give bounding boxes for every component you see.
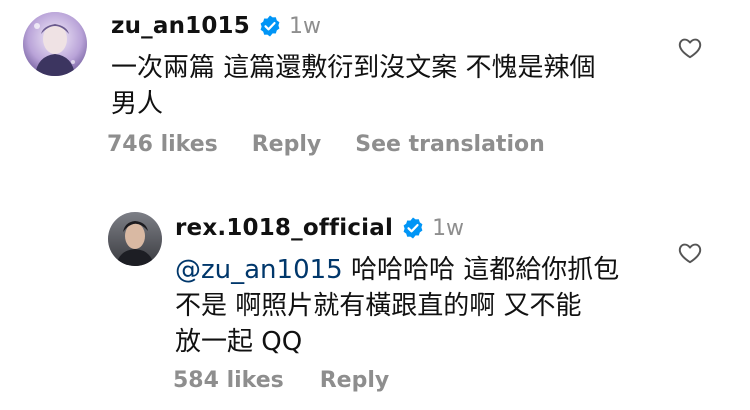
comment-header: rex.1018_official 1w bbox=[175, 214, 464, 242]
comment-text: @zu_an1015 哈哈哈哈 這都給你抓包 不是 啊照片就有橫跟直的啊 又不能… bbox=[175, 252, 619, 360]
comment-header: zu_an1015 1w bbox=[111, 12, 321, 40]
comment-text-line: @zu_an1015 哈哈哈哈 這都給你抓包 bbox=[175, 252, 619, 288]
verified-badge-icon bbox=[258, 14, 282, 38]
comment-actions: 746 likes Reply See translation bbox=[107, 129, 545, 159]
verified-badge-icon bbox=[401, 216, 425, 240]
comment-text-line: 一次兩篇 這篇還敷衍到沒文案 不愧是辣個 bbox=[111, 53, 596, 83]
comment-text-line: 男人 bbox=[111, 89, 164, 119]
comment-text-line: 放一起 QQ bbox=[175, 327, 303, 357]
see-translation-button[interactable]: See translation bbox=[355, 132, 545, 157]
heart-outline-icon[interactable] bbox=[677, 240, 703, 266]
comment-text: 一次兩篇 這篇還敷衍到沒文案 不愧是辣個 男人 bbox=[111, 50, 596, 122]
comment-actions: 584 likes Reply bbox=[173, 365, 389, 395]
likes-count[interactable]: 584 likes bbox=[173, 368, 284, 393]
avatar-portrait-icon bbox=[108, 212, 162, 266]
heart-outline-icon[interactable] bbox=[677, 35, 703, 61]
reply-button[interactable]: Reply bbox=[320, 368, 390, 393]
avatar[interactable] bbox=[108, 212, 162, 266]
comment-time: 1w bbox=[288, 13, 321, 39]
username[interactable]: rex.1018_official bbox=[175, 215, 393, 241]
reply-button[interactable]: Reply bbox=[252, 132, 322, 157]
avatar[interactable] bbox=[23, 12, 87, 76]
avatar-portrait-icon bbox=[23, 12, 87, 76]
likes-count[interactable]: 746 likes bbox=[107, 132, 218, 157]
username[interactable]: zu_an1015 bbox=[111, 13, 250, 39]
comment-text-segment: 哈哈哈哈 這都給你抓包 bbox=[342, 255, 620, 285]
comments-panel: zu_an1015 1w 一次兩篇 這篇還敷衍到沒文案 不愧是辣個 男人 746… bbox=[0, 0, 750, 410]
comment-time: 1w bbox=[432, 215, 465, 241]
comment-text-line: 不是 啊照片就有橫跟直的啊 又不能 bbox=[175, 291, 582, 321]
mention-link[interactable]: @zu_an1015 bbox=[175, 255, 343, 285]
